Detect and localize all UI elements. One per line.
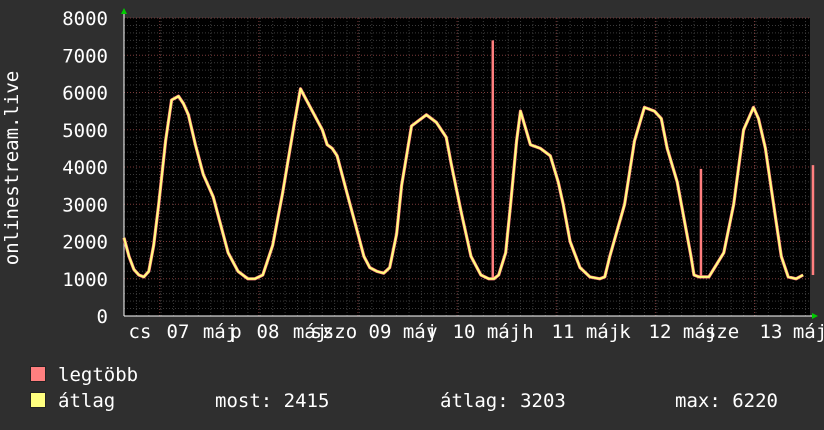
x-tick-label: 08 <box>257 321 280 343</box>
stat-average: átlag: 3203 <box>440 390 566 412</box>
y-tick-label: 5000 <box>62 120 108 142</box>
legend-label-avg: átlag <box>58 390 116 412</box>
y-tick-label: 4000 <box>62 157 108 179</box>
x-tick-label: máj <box>487 321 521 343</box>
y-tick-label: 8000 <box>62 8 108 30</box>
legend-label-max: legtöbb <box>58 364 139 386</box>
y-axis-label: onlinestream.live <box>1 71 23 265</box>
legend-swatch-avg <box>30 392 46 408</box>
x-axis-arrow <box>812 313 818 319</box>
x-axis: cs 07 májp 08 májszszo 09 májv 10 máj h 11 máj k 12 má… <box>129 321 824 343</box>
legend-item-max: legtöbb <box>30 364 138 386</box>
x-tick-label: 07 <box>167 321 190 343</box>
y-tick-label: 0 <box>97 306 108 328</box>
x-tick-label: máj <box>586 321 620 343</box>
legend-swatch-max <box>30 366 46 382</box>
x-tick-label: 11 <box>552 321 575 343</box>
y-tick-label: 3000 <box>62 194 108 216</box>
x-tick-label: 12 <box>649 321 672 343</box>
y-tick-label: 2000 <box>62 232 108 254</box>
x-tick-label: 09 <box>369 321 392 343</box>
y-tick-label: 1000 <box>62 269 108 291</box>
stat-current: most: 2415 <box>215 390 330 412</box>
legend-item-avg: átlag <box>30 390 115 412</box>
x-tick-label: p <box>230 321 241 343</box>
x-tick-label: máj <box>793 321 824 343</box>
y-tick-label: 7000 <box>62 45 108 67</box>
x-tick-label: szo <box>323 321 357 343</box>
x-tick-label: 13 <box>760 321 783 343</box>
y-axis-arrow <box>121 8 127 14</box>
y-axis: 0 1000 2000 3000 4000 5000 6000 7000 8000 <box>62 8 108 328</box>
x-tick-label: cs <box>129 321 152 343</box>
x-tick-label: v <box>426 321 437 343</box>
chart: 0 1000 2000 3000 4000 5000 6000 7000 8000 cs 07 má… <box>1 8 824 343</box>
x-tick-label: h <box>522 321 533 343</box>
y-tick-label: 6000 <box>62 83 108 105</box>
x-tick-label: 10 <box>453 321 476 343</box>
x-tick-label: k <box>619 321 631 343</box>
x-tick-label: sze <box>705 321 739 343</box>
stat-max: max: 6220 <box>675 390 778 412</box>
